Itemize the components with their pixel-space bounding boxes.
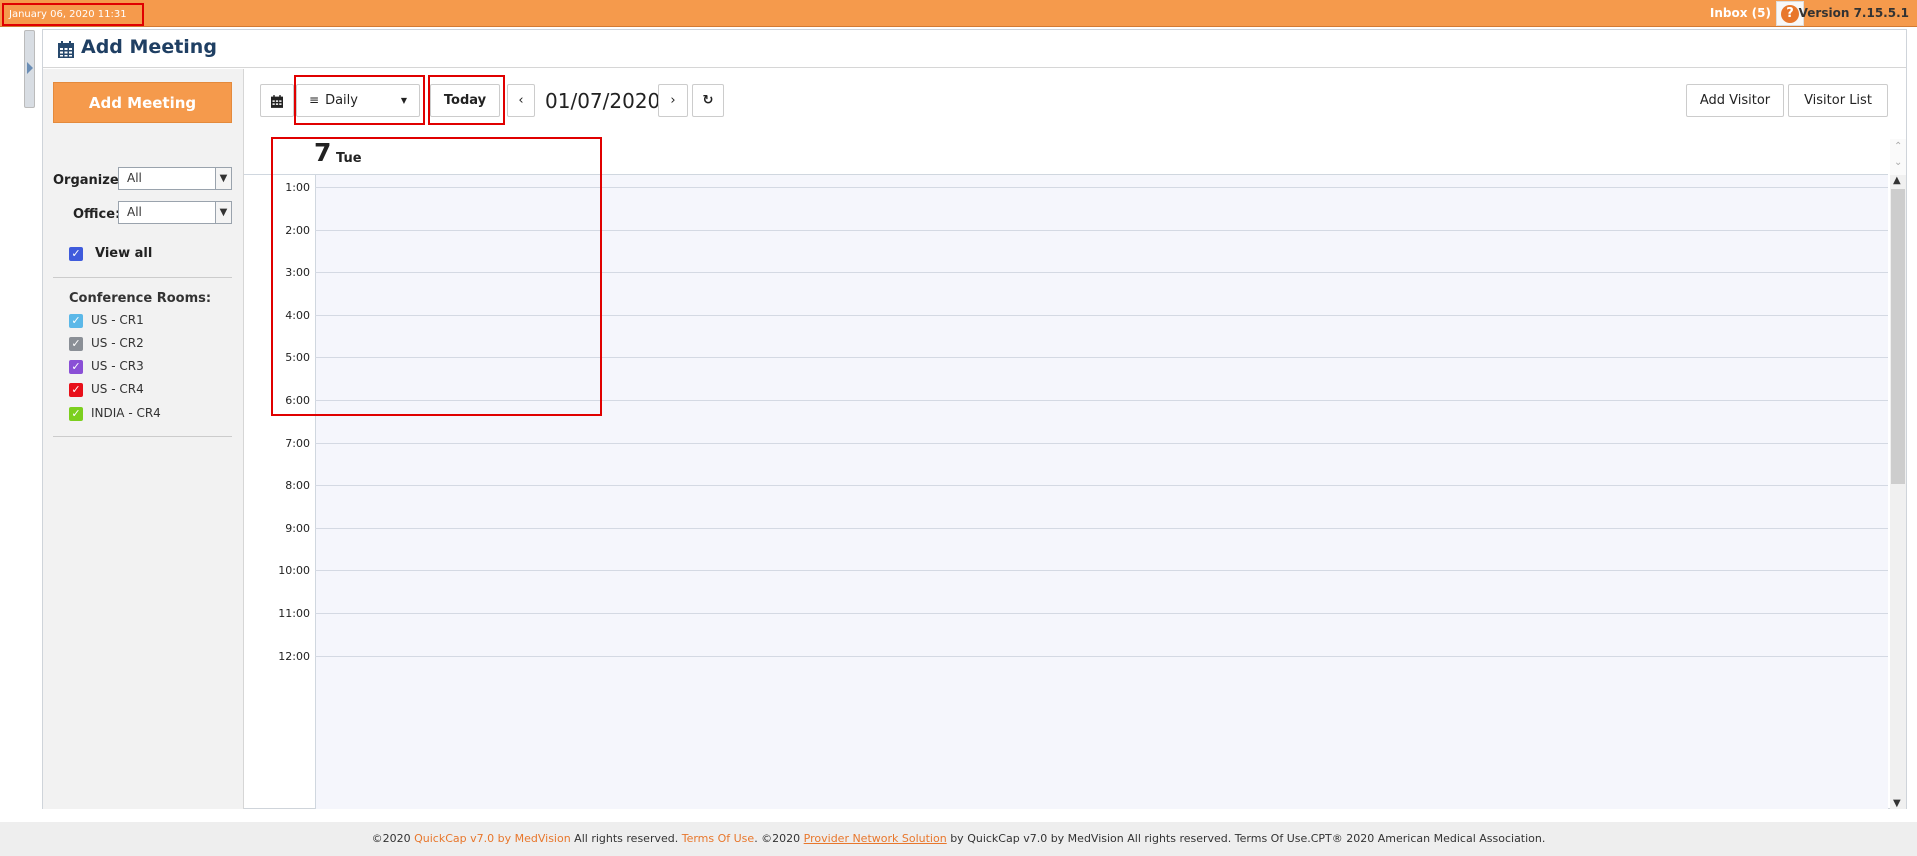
hour-gridline: [315, 528, 1888, 529]
hour-label: 9:00: [285, 522, 310, 535]
page-title: Add Meeting: [81, 36, 217, 58]
filter-sidebar: Add Meeting Organizer: All ▼ Office: All…: [43, 69, 244, 809]
chevron-right-icon: ›: [670, 93, 676, 108]
chevron-down-icon: ⌄: [1894, 157, 1903, 168]
sidebar-toggle[interactable]: [24, 30, 35, 108]
hour-label: 10:00: [278, 564, 310, 577]
room-label: INDIA - CR4: [91, 406, 161, 420]
room-label: US - CR2: [91, 336, 144, 350]
conference-rooms-title: Conference Rooms:: [69, 291, 212, 306]
refresh-button[interactable]: ↻: [692, 84, 724, 117]
office-label: Office:: [73, 207, 121, 222]
help-icon: ?: [1781, 5, 1799, 23]
office-value: All: [127, 205, 142, 219]
footer-terms-link[interactable]: Terms Of Use: [682, 832, 754, 845]
current-date: 01/07/2020: [545, 89, 661, 113]
calendar-picker-button[interactable]: [260, 84, 294, 117]
hour-label: 7:00: [285, 437, 310, 450]
footer-copyright: ©2020: [371, 832, 415, 845]
room-label: US - CR4: [91, 382, 144, 396]
footer: ©2020 QuickCap v7.0 by MedVision All rig…: [0, 822, 1917, 856]
calendar-icon: [271, 95, 283, 108]
add-visitor-button[interactable]: Add Visitor: [1686, 84, 1784, 117]
scrollbar-thumb[interactable]: [1891, 189, 1905, 484]
hour-gridline: [315, 656, 1888, 657]
room-checkbox-us-cr2[interactable]: ✓: [69, 337, 83, 351]
panel-header: Add Meeting: [43, 30, 1906, 68]
organizer-select[interactable]: All ▼: [118, 167, 232, 190]
header-scrollbar[interactable]: ⌃ ⌄: [1890, 139, 1906, 175]
top-bar: January 06, 2020 11:31 PM Inbox (5) ? Ve…: [0, 0, 1917, 39]
office-select[interactable]: All ▼: [118, 201, 232, 224]
chevron-right-icon: [27, 62, 33, 74]
room-label: US - CR1: [91, 313, 144, 327]
footer-brand-link[interactable]: QuickCap v7.0 by MedVision: [414, 832, 571, 845]
datetime-display: January 06, 2020 11:31 PM: [2, 3, 144, 39]
divider: [53, 277, 232, 278]
chevron-down-icon: ▼: [215, 202, 231, 223]
chevron-left-icon: ‹: [518, 93, 524, 108]
calendar-icon: [58, 41, 74, 58]
hour-label: 11:00: [278, 607, 310, 620]
hour-gridline: [315, 443, 1888, 444]
footer-copyright-2: . ©2020: [754, 832, 804, 845]
add-meeting-button[interactable]: Add Meeting: [53, 82, 232, 123]
refresh-icon: ↻: [702, 93, 714, 108]
footer-rights: All rights reserved.: [570, 832, 682, 845]
visitor-list-button[interactable]: Visitor List: [1788, 84, 1888, 117]
view-all-checkbox[interactable]: ✓: [69, 247, 83, 261]
room-label: US - CR3: [91, 359, 144, 373]
chevron-up-icon: ▲: [1893, 175, 1901, 186]
chevron-down-icon: ▼: [215, 168, 231, 189]
hour-label: 8:00: [285, 479, 310, 492]
room-checkbox-us-cr3[interactable]: ✓: [69, 360, 83, 374]
organizer-value: All: [127, 171, 142, 185]
inbox-link[interactable]: Inbox (5): [1710, 6, 1771, 20]
hour-gridline: [315, 485, 1888, 486]
hour-gridline: [315, 570, 1888, 571]
room-checkbox-us-cr4[interactable]: ✓: [69, 383, 83, 397]
main-panel: Add Meeting Add Meeting Organizer: All ▼…: [42, 29, 1907, 809]
chevron-up-icon: ⌃: [1894, 141, 1903, 152]
view-all-label: View all: [95, 246, 153, 261]
vertical-scrollbar[interactable]: ▲ ▼: [1890, 175, 1906, 809]
hour-gridline: [315, 613, 1888, 614]
chevron-down-icon: ▼: [1893, 798, 1901, 809]
divider: [53, 436, 232, 437]
room-checkbox-us-cr1[interactable]: ✓: [69, 314, 83, 328]
highlight-today: [428, 75, 505, 125]
next-day-button[interactable]: ›: [658, 84, 688, 117]
footer-rest: by QuickCap v7.0 by MedVision All rights…: [946, 832, 1546, 845]
highlight-view-select: [294, 75, 425, 125]
prev-day-button[interactable]: ‹: [507, 84, 535, 117]
version-label: Version 7.15.5.1: [1798, 6, 1909, 20]
room-checkbox-india-cr4[interactable]: ✓: [69, 407, 83, 421]
hour-label: 12:00: [278, 650, 310, 663]
footer-pns-link[interactable]: Provider Network Solution: [804, 832, 947, 845]
highlight-day-column: [271, 137, 602, 416]
